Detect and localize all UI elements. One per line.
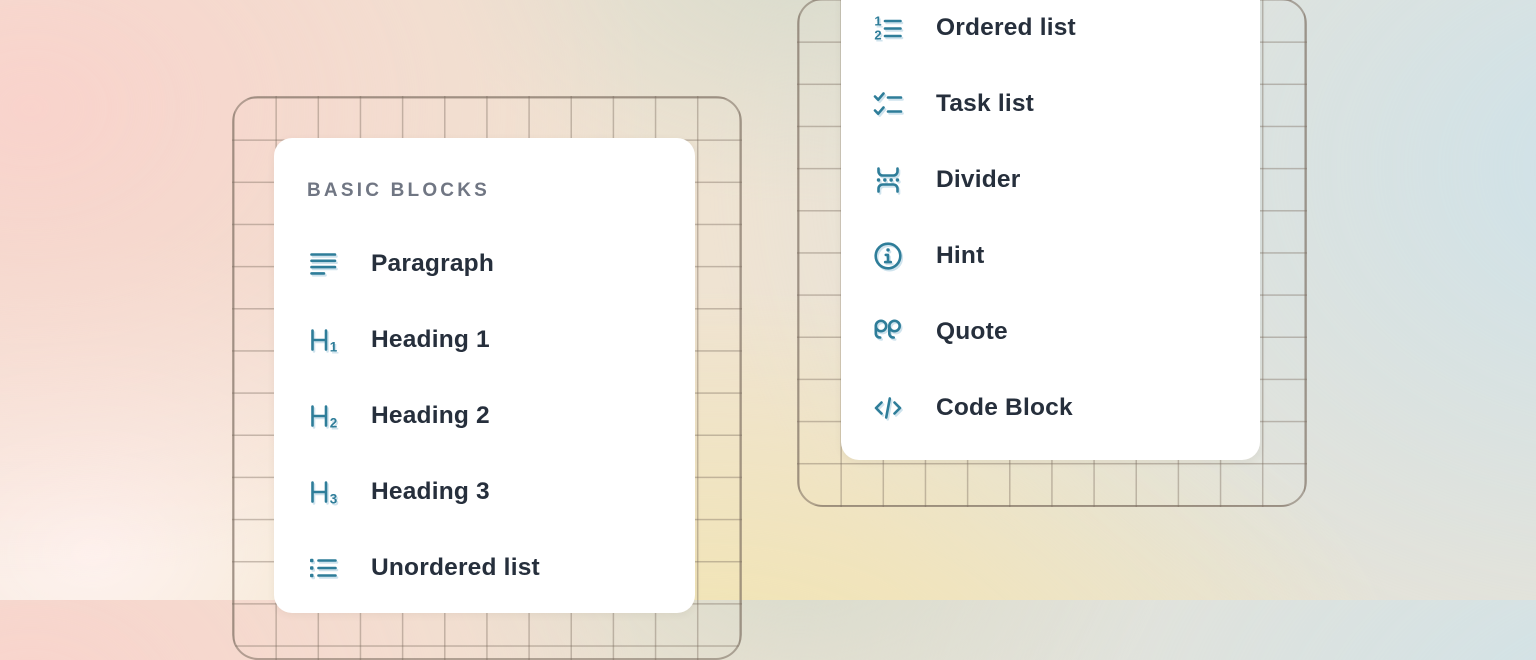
menu-item-code-block[interactable]: Code Block — [872, 370, 1260, 446]
menu-item-label: Quote — [936, 318, 1008, 346]
paragraph-icon — [307, 248, 339, 280]
menu-item-heading-3[interactable]: 33 Heading 3 — [307, 454, 695, 530]
menu-item-label: Heading 1 — [371, 326, 490, 354]
task-list-icon — [872, 88, 904, 120]
unordered-list-icon — [307, 552, 339, 584]
menu-item-quote[interactable]: Quote — [872, 294, 1260, 370]
ordered-list-icon: 1212 — [872, 12, 904, 44]
menu-item-label: Unordered list — [371, 554, 540, 582]
menu-item-heading-2[interactable]: 22 Heading 2 — [307, 378, 695, 454]
menu-item-hint[interactable]: Hint — [872, 218, 1260, 294]
menu-item-label: Paragraph — [371, 250, 494, 278]
menu-item-label: Hint — [936, 242, 984, 270]
menu-item-unordered-list[interactable]: Unordered list — [307, 530, 695, 606]
svg-text:2: 2 — [874, 28, 881, 43]
svg-text:1: 1 — [874, 14, 881, 29]
menu-item-divider[interactable]: Divider — [872, 142, 1260, 218]
section-label-basic-blocks: BASIC BLOCKS — [307, 180, 695, 202]
code-block-icon — [872, 392, 904, 424]
menu-item-label: Heading 3 — [371, 478, 490, 506]
heading-3-icon: 33 — [307, 476, 339, 508]
menu-item-heading-1[interactable]: 11 Heading 1 — [307, 302, 695, 378]
heading-1-icon: 11 — [307, 324, 339, 356]
menu-item-label: Divider — [936, 166, 1020, 194]
svg-text:3: 3 — [330, 492, 338, 507]
editor-block-menu-screen: { "colors": { "icon_teal": "#2e7d99", "i… — [0, 0, 1536, 600]
hint-icon — [872, 240, 904, 272]
menu-item-task-list[interactable]: Task list — [872, 66, 1260, 142]
menu-item-paragraph[interactable]: Paragraph — [307, 226, 695, 302]
menu-item-ordered-list[interactable]: 1212 Ordered list — [872, 0, 1260, 66]
quote-icon — [872, 316, 904, 348]
basic-blocks-list: Paragraph 11 Heading 1 22 Heading 2 33 Heading… — [307, 226, 695, 606]
divider-icon — [872, 164, 904, 196]
menu-item-label: Code Block — [936, 394, 1073, 422]
basic-blocks-panel: BASIC BLOCKS Paragraph 11 Heading 1 22 Headi… — [274, 138, 695, 613]
advanced-blocks-panel: 1212 Ordered list Task list Divider Hint Quot… — [841, 0, 1260, 460]
svg-text:1: 1 — [330, 340, 338, 355]
heading-2-icon: 22 — [307, 400, 339, 432]
menu-item-label: Task list — [936, 90, 1034, 118]
menu-item-label: Heading 2 — [371, 402, 490, 430]
advanced-blocks-list: 1212 Ordered list Task list Divider Hint Quot… — [872, 0, 1260, 446]
svg-text:2: 2 — [330, 416, 338, 431]
menu-item-label: Ordered list — [936, 14, 1076, 42]
